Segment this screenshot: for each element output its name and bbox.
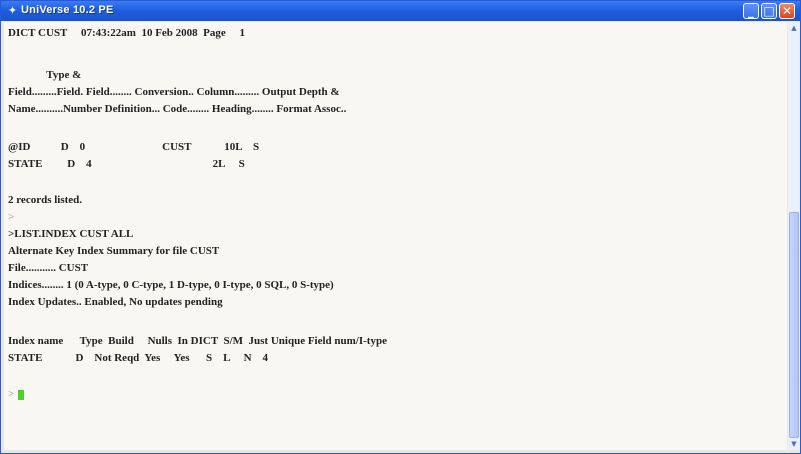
terminal-output[interactable]: DICT CUST 07:43:22am 10 Feb 2008 Page 1 … [4,22,787,450]
terminal-command: >LIST.INDEX CUST ALL [8,228,134,240]
scroll-down-icon[interactable]: ▼ [788,438,800,450]
window-title: UniVerse 10.2 PE [21,4,114,16]
close-button[interactable]: ✕ [779,3,795,19]
terminal-prompt: > [8,388,15,400]
terminal-line: Type & [8,69,82,81]
terminal-line: STATE D 4 2L S [8,158,245,170]
title-bar[interactable]: ✦ UniVerse 10.2 PE _ □ ✕ [1,1,800,21]
terminal-line: STATE D Not Reqd Yes Yes S L N 4 [8,352,269,364]
minimize-button[interactable]: _ [743,3,759,19]
scroll-thumb[interactable] [789,212,799,438]
terminal-line: Index Updates.. Enabled, No updates pend… [8,296,223,308]
maximize-button[interactable]: □ [761,3,777,19]
terminal-line: File........... CUST [8,262,89,274]
terminal-line: Field.........Field. Field........ Conve… [8,86,340,98]
text-cursor [18,390,24,400]
terminal-window: ✦ UniVerse 10.2 PE _ □ ✕ DICT CUST 07:43… [0,0,801,454]
terminal-line: 2 records listed. [8,194,83,206]
universe-app-icon[interactable]: ✦ [6,4,19,17]
terminal-line: @ID D 0 CUST 10L S [8,141,260,153]
scroll-up-icon[interactable]: ▲ [788,22,800,34]
terminal-line: Alternate Key Index Summary for file CUS… [8,245,220,257]
terminal-line: Indices........ 1 (0 A-type, 0 C-type, 1… [8,279,334,291]
terminal-line: DICT CUST 07:43:22am 10 Feb 2008 Page 1 [8,27,246,39]
vertical-scrollbar[interactable]: ▲ ▼ [788,22,800,450]
terminal-line: Index name Type Build Nulls In DICT S/M … [8,335,387,347]
terminal-prompt: > [8,211,15,223]
terminal-line: Name..........Number Definition... Code.… [8,103,347,115]
